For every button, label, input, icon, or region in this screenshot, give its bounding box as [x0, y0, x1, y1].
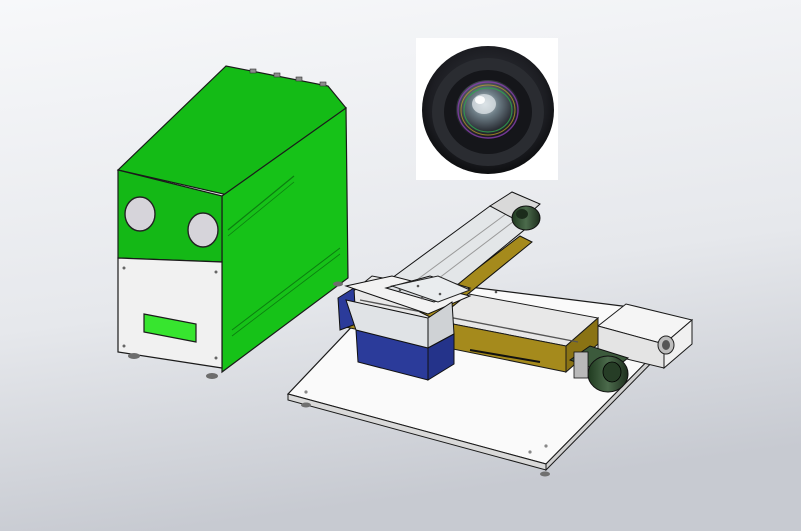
enclosure-foot: [333, 281, 343, 287]
enclosure-foot: [128, 353, 140, 359]
baseplate-foot: [301, 402, 311, 408]
porthole-right: [187, 212, 219, 248]
porthole-left: [124, 196, 156, 232]
scene-canvas: [0, 0, 801, 531]
baseplate-foot: [540, 471, 550, 477]
enclosure-foot: [206, 373, 218, 379]
camera-lens-icon: [422, 46, 554, 174]
enclosure-front-lower-panel: [117, 257, 223, 369]
